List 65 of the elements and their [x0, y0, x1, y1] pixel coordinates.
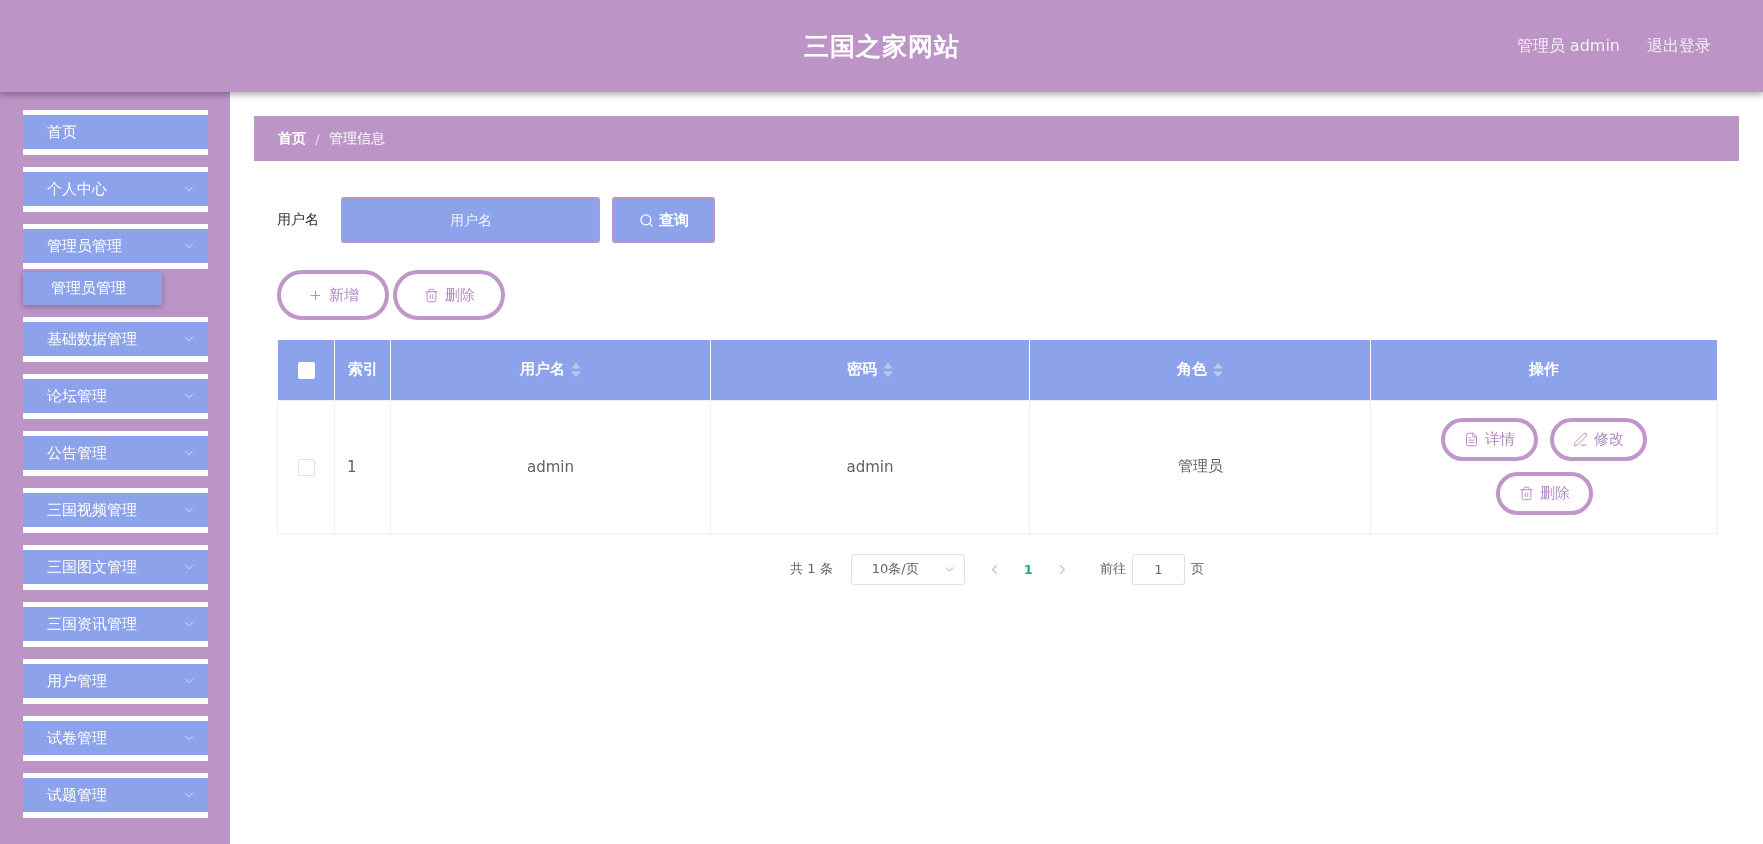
menu-item[interactable]: 管理员管理: [23, 224, 208, 269]
sort-icon[interactable]: [1213, 362, 1223, 377]
page-input[interactable]: 1: [1131, 553, 1185, 585]
details-button[interactable]: 详情: [1441, 418, 1538, 461]
column-label: 操作: [1529, 360, 1559, 380]
site-title: 三国之家网站: [803, 30, 960, 63]
table-cell: 管理员: [1029, 400, 1371, 533]
trash-icon: [423, 287, 439, 303]
menu-item[interactable]: 试卷管理: [23, 716, 208, 761]
menu-item[interactable]: 个人中心: [23, 167, 208, 212]
menu-label: 论坛管理: [47, 386, 107, 406]
goto-label: 前往: [1099, 560, 1126, 578]
menu-item[interactable]: 三国资讯管理: [23, 602, 208, 647]
menu-label: 首页: [47, 122, 77, 142]
username-input[interactable]: 用户名: [341, 197, 600, 243]
plus-icon: [307, 287, 323, 303]
menu-label: 个人中心: [47, 179, 107, 199]
sort-icon[interactable]: [883, 362, 893, 377]
trash-icon: [1518, 486, 1534, 501]
column-label: 索引: [347, 360, 378, 380]
menu-label: 试卷管理: [47, 728, 107, 748]
menu-label: 三国视频管理: [47, 500, 137, 520]
row-checkbox[interactable]: [297, 458, 315, 476]
pencil-icon: [1573, 432, 1588, 447]
menu-item[interactable]: 试题管理: [23, 773, 208, 818]
add-button[interactable]: 新增: [277, 270, 389, 320]
document-icon: [1464, 432, 1479, 447]
menu-item[interactable]: 三国图文管理: [23, 545, 208, 590]
page-size-select[interactable]: 10条/页: [850, 553, 965, 585]
user-link[interactable]: 管理员 admin: [1516, 35, 1620, 57]
page-suffix: 页: [1190, 560, 1204, 578]
menu-label: 公告管理: [47, 443, 107, 463]
menu-label: 三国资讯管理: [47, 614, 137, 634]
column-label: 角色: [1177, 360, 1207, 380]
table-cell: 1: [334, 400, 391, 533]
edit-button[interactable]: 修改: [1550, 418, 1647, 461]
delete-button[interactable]: 删除: [1495, 472, 1593, 515]
menu-label: 三国图文管理: [47, 557, 137, 577]
menu-item[interactable]: 首页: [23, 110, 208, 155]
sort-icon[interactable]: [571, 362, 581, 377]
menu-item[interactable]: 三国视频管理: [23, 488, 208, 533]
column-label: 密码: [847, 360, 877, 380]
search-icon: [638, 212, 654, 228]
logout-link[interactable]: 退出登录: [1647, 35, 1711, 57]
field-label: 用户名: [277, 211, 319, 229]
breadcrumb-link[interactable]: 首页: [278, 129, 306, 148]
table-cell: admin: [390, 400, 711, 533]
menu-label: 试题管理: [47, 785, 107, 805]
menu-label: 基础数据管理: [47, 329, 137, 349]
menu-label: 用户管理: [47, 671, 107, 691]
breadcrumb-separator: /: [315, 130, 320, 147]
menu-item[interactable]: 公告管理: [23, 431, 208, 476]
delete-button[interactable]: 删除: [393, 270, 505, 320]
select-all-checkbox[interactable]: [297, 361, 315, 379]
table-cell: admin: [710, 400, 1030, 533]
menu-item[interactable]: 基础数据管理: [23, 317, 208, 362]
menu-label: 管理员管理: [47, 236, 122, 256]
menu-item[interactable]: 论坛管理: [23, 374, 208, 419]
page-number[interactable]: 1: [1023, 561, 1033, 577]
total-count: 共 1 条: [790, 560, 833, 578]
submenu-item[interactable]: 管理员管理: [23, 272, 162, 305]
search-button[interactable]: 查询: [612, 197, 715, 243]
menu-item[interactable]: 用户管理: [23, 659, 208, 704]
breadcrumb-link[interactable]: 管理信息: [328, 129, 385, 148]
column-label: 用户名: [520, 360, 565, 380]
